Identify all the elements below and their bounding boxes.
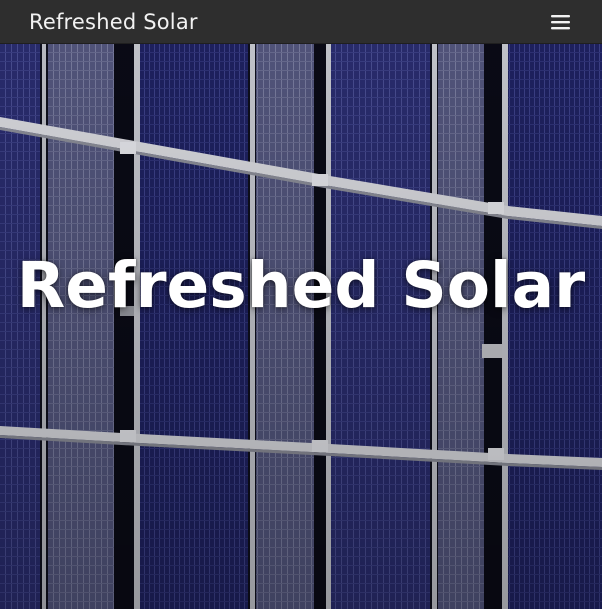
hero-title: Refreshed Solar [16,249,586,322]
page: Refreshed Solar Refreshed Solar [0,0,602,609]
brand-link[interactable]: Refreshed Solar [29,9,198,35]
top-navbar: Refreshed Solar [0,0,602,44]
hero-section: Refreshed Solar [0,44,602,609]
hamburger-menu-icon [551,15,570,30]
menu-toggle-button[interactable] [546,11,574,33]
